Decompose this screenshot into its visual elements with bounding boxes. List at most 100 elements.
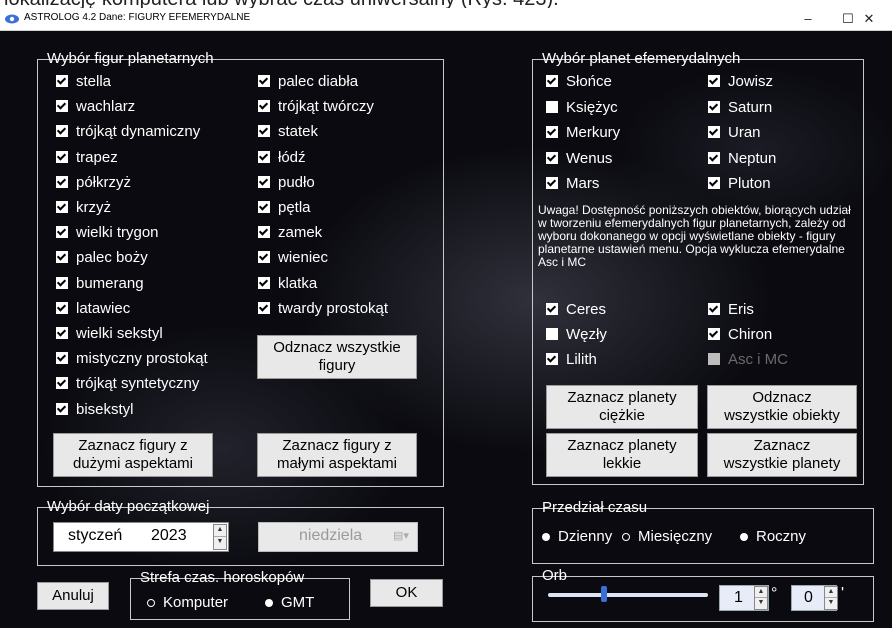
figure-trojkat-tworczy-checkbox[interactable]: trójkąt twórczy [258,98,374,116]
timezone-gmt-radio[interactable]: GMT [265,594,314,612]
orb-degrees-spinner[interactable]: ▲ ▼ [754,586,768,610]
planet-wenus-checkbox[interactable]: Wenus [546,150,612,168]
figure-polkrzyz-checkbox[interactable]: półkrzyż [56,174,131,192]
checkbox-checked-icon [56,150,68,163]
checkbox-unchecked-icon [546,328,558,340]
figure-trojkat-syntetyczny-checkbox[interactable]: trójkąt syntetyczny [56,375,199,393]
deselect-all-figures-button[interactable]: Odznacz wszystkie figury [257,335,417,379]
orb-minutes-down-icon[interactable]: ▼ [825,598,837,609]
object-chiron-checkbox[interactable]: Chiron [708,326,772,344]
object-ceres-checkbox[interactable]: Ceres [546,301,606,319]
planet-mars-label: Mars [566,175,600,192]
weekday-dropdown[interactable]: niedziela ▤▾ [258,522,418,552]
select-major-aspects-button[interactable]: Zaznacz figury z dużymi aspektami [53,433,213,477]
figure-palec-diabla-checkbox[interactable]: palec diabła [258,73,358,91]
object-wezly-checkbox[interactable]: Węzły [546,326,607,344]
orb-minutes-spinner[interactable]: ▲ ▼ [824,586,838,610]
figure-pudlo-checkbox[interactable]: pudło [258,174,315,192]
figure-klatka-checkbox[interactable]: klatka [258,275,317,293]
figure-bisekstyl-checkbox[interactable]: bisekstyl [56,401,134,419]
ok-button[interactable]: OK [370,579,443,607]
figure-wieniec-label: wieniec [278,249,329,267]
orb-degrees-down-icon[interactable]: ▼ [755,598,767,609]
figure-trojkat-dynamiczny-checkbox[interactable]: trójkąt dynamiczny [56,123,200,141]
planet-mars-checkbox[interactable]: Mars [546,175,599,193]
select-light-planets-button[interactable]: Zaznacz planety lekkie [546,433,698,477]
checkbox-checked-icon [708,75,720,87]
planet-jowisz-checkbox[interactable]: Jowisz [708,73,773,91]
planet-merkury-checkbox[interactable]: Merkury [546,124,620,142]
figure-wielki-sekstyl-label: wielki sekstyl [76,325,163,342]
interval-miesieczny-radio[interactable]: Miesięczny [622,528,712,546]
figure-petla-checkbox[interactable]: pętla [258,199,311,217]
date-spin-up-icon[interactable]: ▲ [214,525,226,537]
planet-ksiezyc-checkbox[interactable]: Księżyc [546,99,618,117]
date-spin-field[interactable]: styczeń 2023 [53,522,229,552]
checkbox-checked-icon [258,150,270,163]
figure-trapez-checkbox[interactable]: trapez [56,149,118,167]
orb-minutes-value: 0 [804,589,813,606]
orb-degrees-value: 1 [734,589,743,606]
figure-stella-checkbox[interactable]: stella [56,73,111,91]
orb-minutes-up-icon[interactable]: ▲ [825,587,837,598]
checkbox-checked-icon [56,276,68,289]
cancel-button[interactable]: Anuluj [37,582,109,610]
deselect-all-objects-button[interactable]: Odznacz wszystkie obiekty [707,385,857,429]
interval-roczny-label: Roczny [756,528,807,545]
figure-wachlarz-checkbox[interactable]: wachlarz [56,98,135,116]
object-lilith-checkbox[interactable]: Lilith [546,351,597,369]
planet-slonce-label: Słońce [566,73,612,90]
planet-saturn-checkbox[interactable]: Saturn [708,99,772,117]
figure-wieniec-checkbox[interactable]: wieniec [258,249,328,267]
object-asc-i-mc-checkbox: Asc i MC [708,351,788,369]
select-all-planets-button[interactable]: Zaznacz wszystkie planety [707,433,857,477]
figure-latawiec-checkbox[interactable]: latawiec [56,300,130,318]
planet-uran-checkbox[interactable]: Uran [708,124,761,142]
figure-statek-checkbox[interactable]: statek [258,123,318,141]
planet-uran-label: Uran [728,124,761,141]
start-date-group-legend: Wybór daty początkowej [47,498,210,515]
figure-wielki-trygon-label: wielki trygon [76,224,159,242]
figure-statek-label: statek [278,123,319,141]
orb-degrees-up-icon[interactable]: ▲ [755,587,767,598]
select-heavy-planets-button[interactable]: Zaznacz planety ciężkie [546,385,698,429]
planet-slonce-checkbox[interactable]: Słońce [546,73,612,91]
object-eris-checkbox[interactable]: Eris [708,301,754,319]
figure-wielki-trygon-checkbox[interactable]: wielki trygon [56,224,159,242]
interval-dzienny-label: Dzienny [558,528,613,545]
checkbox-checked-icon [56,125,68,138]
figure-zamek-checkbox[interactable]: zamek [258,224,322,242]
timezone-group-legend: Strefa czas. horoskopów [140,569,305,586]
checkbox-checked-icon [56,201,68,213]
cropped-caption: lokalizację komputera lub wybrać czas un… [0,0,892,8]
figure-twardy-prostokat-checkbox[interactable]: twardy prostokąt [258,300,388,318]
figure-palec-bozy-checkbox[interactable]: palec boży [56,249,148,267]
window-title: ASTROLOG 4.2 Dane: FIGURY EFEMERYDALNE [24,12,251,23]
orb-slider-thumb[interactable] [601,586,607,602]
checkbox-checked-icon [546,151,558,164]
checkbox-unchecked-icon [708,353,720,365]
date-spin-down-icon[interactable]: ▼ [214,537,226,549]
figure-wielki-sekstyl-checkbox[interactable]: wielki sekstyl [56,325,163,343]
figure-twardy-prostokat-label: twardy prostokąt [278,299,389,317]
planet-jowisz-label: Jowisz [728,73,774,90]
radio-selected-icon [740,533,748,541]
figure-bumerang-checkbox[interactable]: bumerang [56,275,144,293]
figure-mistyczny-prostokat-checkbox[interactable]: mistyczny prostokąt [56,350,208,368]
close-button[interactable]: ✕ [846,8,892,30]
app-eye-icon [5,14,19,24]
timezone-komputer-radio[interactable]: Komputer [147,594,228,612]
planets-group-legend: Wybór planet efemerydalnych [542,50,741,67]
interval-roczny-radio[interactable]: Roczny [740,528,806,546]
figure-krzyz-checkbox[interactable]: krzyż [56,199,111,217]
figure-krzyz-label: krzyż [76,199,111,216]
date-spinner[interactable]: ▲ ▼ [213,524,227,550]
planet-pluton-checkbox[interactable]: Pluton [708,175,771,193]
object-wezly-label: Węzły [566,326,607,343]
planet-neptun-checkbox[interactable]: Neptun [708,150,776,168]
orb-slider-track[interactable] [548,593,708,597]
figure-lodz-checkbox[interactable]: łódź [258,149,306,167]
select-minor-aspects-button[interactable]: Zaznacz figury z małymi aspektami [257,433,417,477]
figure-trojkat-dynamiczny-label: trójkąt dynamiczny [76,123,201,141]
interval-dzienny-radio[interactable]: Dzienny [542,528,612,546]
